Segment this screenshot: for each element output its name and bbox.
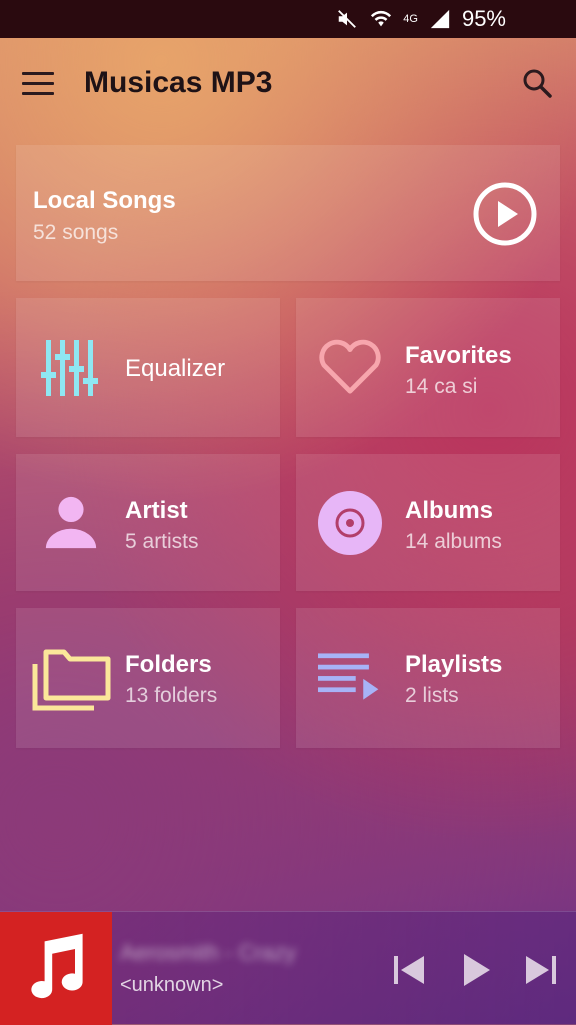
mini-player[interactable]: Aerosmith - Crazy <unknown> — [0, 911, 576, 1025]
local-songs-title: Local Songs — [33, 187, 176, 214]
track-artist: <unknown> — [120, 974, 224, 996]
app-title: Musicas MP3 — [84, 66, 273, 99]
equalizer-icon — [41, 340, 98, 396]
heart-icon — [319, 339, 381, 394]
person-icon — [45, 496, 97, 549]
local-songs-count: 52 songs — [33, 221, 119, 244]
playlists-title: Playlists — [405, 651, 503, 678]
favorites-tile[interactable]: Favorites 14 ca si — [296, 298, 560, 437]
favorites-count: 14 ca si — [405, 375, 478, 398]
artist-title: Artist — [125, 497, 188, 524]
folder-icon — [32, 649, 111, 711]
next-icon[interactable] — [520, 950, 560, 990]
playlist-icon — [318, 653, 379, 700]
mute-icon — [338, 10, 357, 28]
menu-icon[interactable] — [22, 72, 54, 96]
disc-icon — [318, 491, 382, 555]
signal-icon — [430, 9, 450, 29]
artist-count: 5 artists — [125, 530, 199, 553]
albums-count: 14 albums — [405, 530, 502, 553]
equalizer-label: Equalizer — [125, 355, 226, 382]
playlists-count: 2 lists — [405, 684, 459, 707]
wifi-icon — [371, 10, 392, 27]
artist-tile[interactable]: Artist 5 artists — [16, 454, 280, 591]
play-circle-icon[interactable] — [472, 181, 538, 247]
equalizer-tile[interactable]: Equalizer — [16, 298, 280, 437]
previous-icon[interactable] — [390, 950, 430, 990]
search-icon[interactable] — [522, 68, 552, 98]
play-icon[interactable] — [456, 950, 496, 990]
album-art[interactable] — [0, 912, 112, 1025]
albums-title: Albums — [405, 497, 494, 524]
status-bar: 4G 95% — [0, 0, 576, 38]
folders-count: 13 folders — [125, 684, 218, 707]
folders-title: Folders — [125, 651, 212, 678]
music-note-icon — [31, 933, 83, 999]
app-bar: Musicas MP3 — [0, 38, 576, 132]
battery-text: 95% — [461, 6, 506, 31]
local-songs-card[interactable]: Local Songs 52 songs — [16, 145, 560, 281]
favorites-title: Favorites — [405, 342, 512, 369]
folders-tile[interactable]: Folders 13 folders — [16, 608, 280, 748]
network-label: 4G — [403, 13, 418, 25]
track-title: Aerosmith - Crazy — [120, 940, 297, 965]
playlists-tile[interactable]: Playlists 2 lists — [296, 608, 560, 748]
albums-tile[interactable]: Albums 14 albums — [296, 454, 560, 591]
